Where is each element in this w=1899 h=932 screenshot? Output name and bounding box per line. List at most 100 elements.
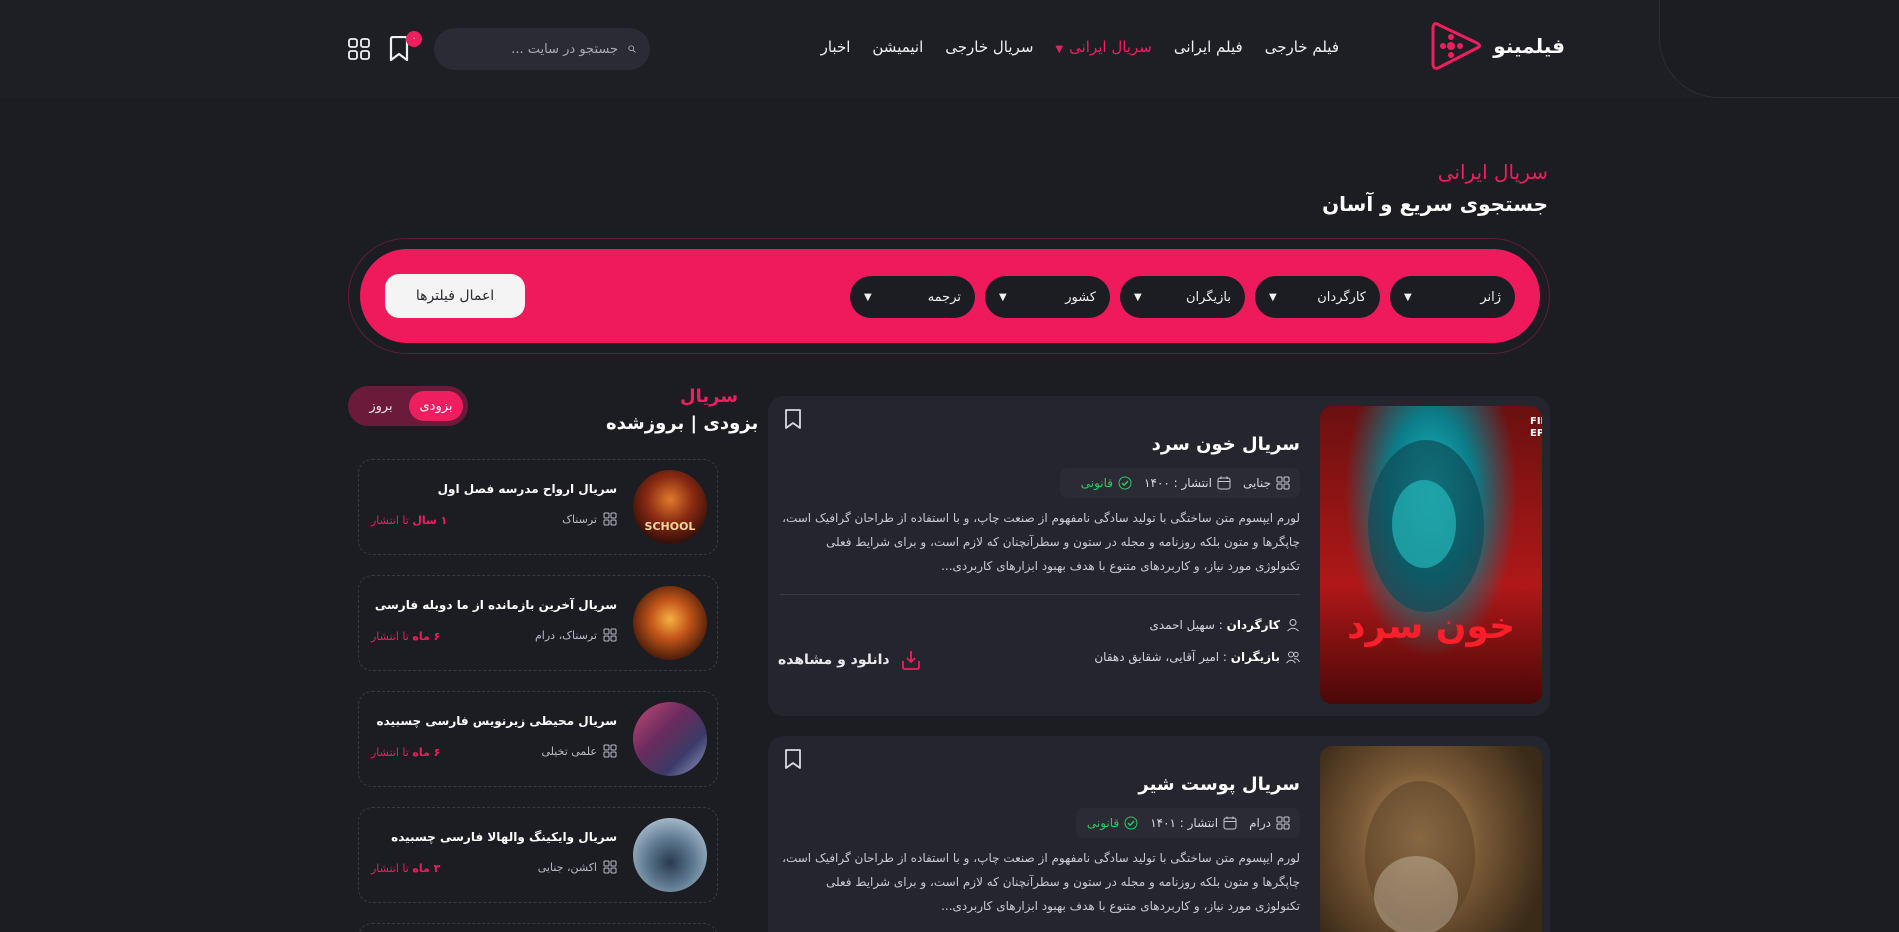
- meta-status: قانونی: [1081, 476, 1132, 490]
- series-title[interactable]: سریال خون سرد: [1152, 434, 1300, 455]
- filter-country-select[interactable]: کشور ▼: [985, 276, 1110, 318]
- grid-menu-icon[interactable]: [348, 38, 370, 60]
- filter-genre-select[interactable]: ژانر ▼: [1390, 276, 1515, 318]
- category-icon: [603, 512, 617, 526]
- nav-foreign-series[interactable]: سریال خارجی: [945, 38, 1033, 56]
- bookmark-icon[interactable]: [783, 748, 803, 770]
- bookmark-count-badge: ۰: [406, 31, 422, 47]
- chevron-down-icon: ▼: [1055, 44, 1064, 55]
- filter-director-select[interactable]: کارگردان ▼: [1255, 276, 1380, 318]
- series-card[interactable]: FINAL EPISODE خون سرد سریال خون سرد جنای…: [768, 396, 1550, 716]
- filter-bar: ژانر ▼ کارگردان ▼ بازیگران ▼ کشور ▼ ترجم…: [360, 249, 1540, 343]
- series-genre-text: اکشن، جنایی: [537, 860, 597, 874]
- play-logo-icon: [1431, 22, 1482, 70]
- series-meta: درام انتشار : ۱۴۰۱ قانونی: [1076, 808, 1300, 838]
- release-countdown: ۳ ماه تا انتشار: [371, 862, 440, 875]
- list-item[interactable]: سریال وایکینگ والهالا فارسی چسبیده اکشن،…: [358, 807, 718, 903]
- search-input[interactable]: [448, 41, 618, 57]
- series-thumbnail: [633, 702, 707, 776]
- calendar-icon: [1223, 816, 1237, 830]
- list-item[interactable]: سریال محیطی زیرنویس فارسی چسبیده علمی تخ…: [358, 691, 718, 787]
- series-description: لورم ایپسوم متن ساختگی با تولید سادگی نا…: [782, 511, 1300, 573]
- list-item[interactable]: SCHOOL سریال ارواح مدرسه فصل اول ترسناک …: [358, 459, 718, 555]
- list-item[interactable]: [358, 923, 718, 932]
- series-genre: علمی تخیلی: [541, 744, 617, 758]
- filter-actors-select[interactable]: بازیگران ▼: [1120, 276, 1245, 318]
- meta-genre: درام: [1249, 816, 1290, 830]
- series-title[interactable]: سریال پوست شیر: [1138, 774, 1300, 795]
- series-meta: جنایی انتشار : ۱۴۰۰ قانونی: [1060, 468, 1300, 498]
- page-title: جستجوی سریع و آسان: [1322, 192, 1548, 216]
- download-icon: [901, 651, 920, 670]
- series-card[interactable]: سریال پوست شیر درام انتشار : ۱۴۰۱ قانونی…: [768, 736, 1550, 932]
- category-icon: [603, 744, 617, 758]
- release-countdown: ۶ ماه تا انتشار: [371, 746, 440, 759]
- chevron-down-icon: ▼: [999, 291, 1007, 303]
- release-countdown-suffix: تا انتشار: [371, 514, 413, 527]
- nav-iranian-series-label: سریال ایرانی: [1069, 38, 1152, 56]
- series-thumbnail: SCHOOL: [633, 470, 707, 544]
- series-title: سریال آخرین بازمانده از ما دوبله فارسی: [374, 598, 617, 612]
- category-icon: [1276, 816, 1290, 830]
- meta-release: انتشار : ۱۴۰۱: [1150, 816, 1237, 830]
- meta-genre: جنایی: [1243, 476, 1290, 490]
- download-watch-link[interactable]: دانلود و مشاهده: [778, 649, 922, 671]
- series-genre: ترسناک: [562, 512, 617, 526]
- release-countdown: ۱ سال تا انتشار: [371, 514, 447, 527]
- bookmark-icon[interactable]: [783, 408, 803, 430]
- meta-status: قانونی: [1087, 816, 1138, 830]
- series-poster: [1320, 746, 1542, 932]
- release-countdown-value: ۶ ماه: [412, 630, 441, 643]
- meta-status-text: قانونی: [1080, 476, 1114, 490]
- nav-news[interactable]: اخبار: [821, 38, 851, 56]
- series-title: سریال ارواح مدرسه فصل اول: [437, 482, 617, 496]
- svg-text:SCHOOL: SCHOOL: [645, 520, 696, 533]
- chevron-down-icon: ▼: [1404, 291, 1412, 303]
- category-icon: [603, 860, 617, 874]
- category-icon: [1276, 476, 1290, 490]
- series-genre-text: ترسناک: [562, 512, 597, 526]
- nav-animation[interactable]: انیمیشن: [872, 38, 923, 56]
- release-countdown-value: ۱ سال: [412, 514, 448, 527]
- toggle-upcoming[interactable]: بزودی: [409, 391, 463, 421]
- category-icon: [603, 628, 617, 642]
- apply-filters-button[interactable]: اعمال فیلترها: [385, 274, 525, 318]
- meta-release-text: انتشار : ۱۴۰۰: [1144, 476, 1212, 490]
- search-icon[interactable]: [628, 39, 636, 59]
- toggle-updated[interactable]: بروز: [354, 391, 408, 421]
- download-label: دانلود و مشاهده: [778, 652, 890, 668]
- list-item[interactable]: سریال آخرین بازمانده از ما دوبله فارسی ت…: [358, 575, 718, 671]
- series-description: لورم ایپسوم متن ساختگی با تولید سادگی نا…: [782, 851, 1300, 913]
- series-thumbnail: [633, 586, 707, 660]
- nav-iranian-movies[interactable]: فیلم ایرانی: [1174, 38, 1243, 56]
- main-nav: فیلم خارجی فیلم ایرانی سریال ایرانی ▼ سری…: [821, 38, 1339, 56]
- nav-iranian-series[interactable]: سریال ایرانی ▼: [1055, 38, 1151, 56]
- meta-status-text: قانونی: [1086, 816, 1120, 830]
- series-title: سریال محیطی زیرنویس فارسی چسبیده: [376, 714, 617, 728]
- svg-text:EPISODE: EPISODE: [1530, 428, 1542, 439]
- meta-release: انتشار : ۱۴۰۰: [1144, 476, 1231, 490]
- nav-foreign-movies[interactable]: فیلم خارجی: [1265, 38, 1339, 56]
- site-logo[interactable]: فیلمینو: [1429, 17, 1565, 75]
- meta-genre-text: درام: [1249, 816, 1271, 830]
- brand-name: فیلمینو: [1493, 34, 1565, 58]
- filter-translation-label: ترجمه: [927, 289, 961, 305]
- sidebar-category-label: سریال: [680, 386, 739, 407]
- search-box: [434, 28, 650, 70]
- release-countdown-suffix: تا انتشار: [371, 630, 413, 643]
- page-category-label: سریال ایرانی: [1437, 160, 1548, 184]
- release-countdown: ۶ ماه تا انتشار: [371, 630, 440, 643]
- series-genre-text: علمی تخیلی: [541, 744, 597, 758]
- filter-country-label: کشور: [1065, 289, 1096, 305]
- filter-actors-label: بازیگران: [1186, 289, 1231, 305]
- chevron-down-icon: ▼: [864, 291, 872, 303]
- series-genre: ترسناک، درام: [535, 628, 617, 642]
- site-header: فیلمینو فیلم خارجی فیلم ایرانی سریال ایر…: [0, 0, 1899, 98]
- header-decoration: [1659, 0, 1899, 98]
- filter-translation-select[interactable]: ترجمه ▼: [850, 276, 975, 318]
- director-name: : سهیل احمدی: [1149, 618, 1227, 632]
- director-label: کارگردان: [1226, 618, 1280, 632]
- user-icon: [1287, 619, 1299, 632]
- release-countdown-suffix: تا انتشار: [371, 746, 413, 759]
- meta-genre-text: جنایی: [1242, 476, 1271, 490]
